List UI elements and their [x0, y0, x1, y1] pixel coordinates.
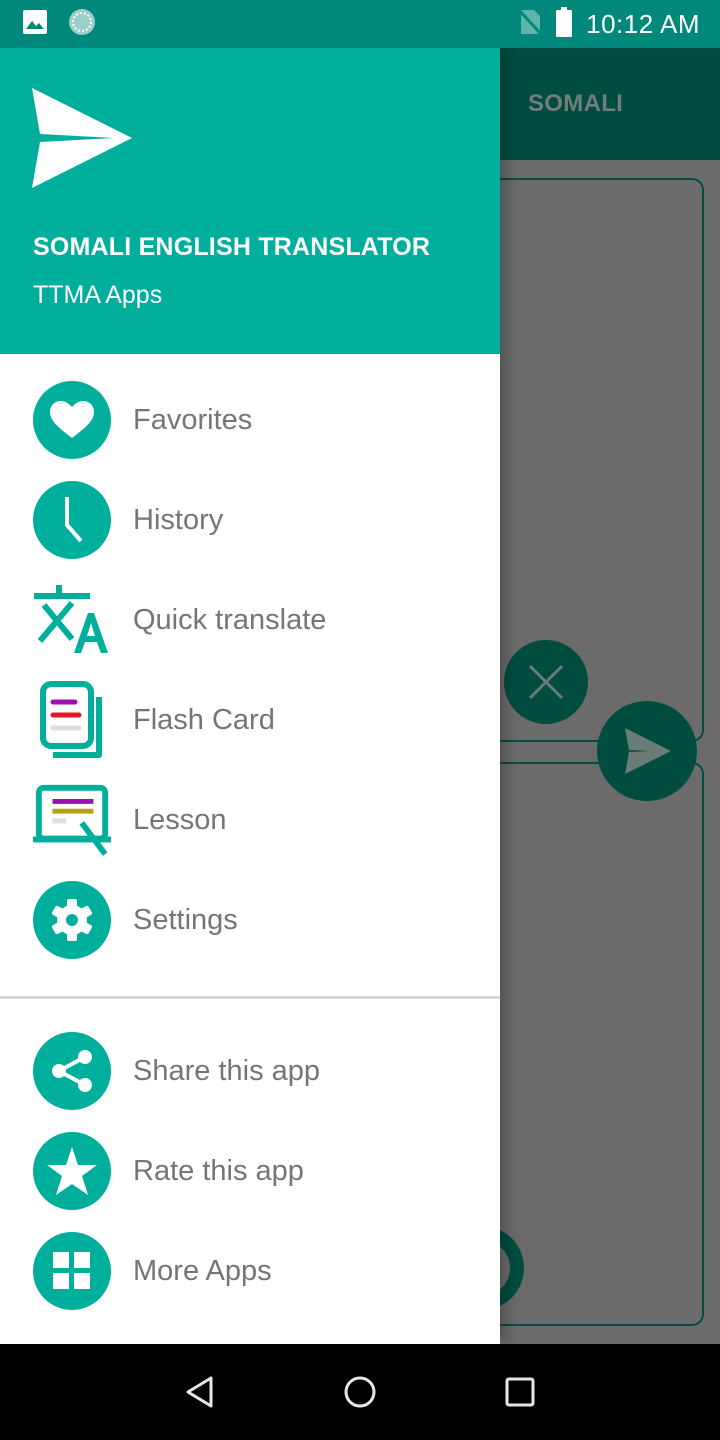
translate-button[interactable]	[597, 701, 697, 801]
sync-notification-icon	[68, 8, 96, 41]
developer-name: TTMA Apps	[33, 281, 163, 309]
star-icon	[33, 1132, 111, 1210]
home-icon	[344, 1376, 376, 1408]
paper-plane-icon	[625, 728, 671, 774]
menu-label: Flash Card	[133, 703, 275, 736]
paper-plane-icon	[32, 88, 132, 193]
no-sim-icon	[518, 8, 543, 40]
clock-icon	[33, 481, 111, 559]
close-icon	[528, 664, 564, 700]
menu-label: Share this app	[133, 1054, 321, 1087]
recents-button[interactable]	[490, 1362, 550, 1422]
menu-item-more-apps[interactable]: More Apps	[0, 1221, 500, 1321]
navigation-drawer: SOMALI ENGLISH TRANSLATOR TTMA Apps Favo…	[0, 48, 500, 1344]
menu-item-flash-card[interactable]: Flash Card	[0, 670, 500, 770]
menu-item-lesson[interactable]: Lesson	[0, 770, 500, 870]
image-notification-icon	[22, 9, 48, 40]
lesson-icon	[33, 781, 111, 859]
menu-label: Lesson	[133, 803, 227, 836]
menu-label: Rate this app	[133, 1154, 304, 1187]
status-time: 10:12 AM	[586, 8, 700, 39]
app-title: SOMALI ENGLISH TRANSLATOR	[33, 233, 431, 261]
clear-button[interactable]	[504, 640, 588, 724]
menu-item-rate-app[interactable]: Rate this app	[0, 1121, 500, 1221]
drawer-header: SOMALI ENGLISH TRANSLATOR TTMA Apps	[0, 48, 500, 354]
home-button[interactable]	[330, 1362, 390, 1422]
primary-menu: Favorites History Quick translate Flash …	[0, 354, 500, 970]
heart-icon	[33, 381, 111, 459]
menu-item-quick-translate[interactable]: Quick translate	[0, 570, 500, 670]
menu-item-favorites[interactable]: Favorites	[0, 370, 500, 470]
input-text-card[interactable]	[470, 178, 704, 742]
menu-item-settings[interactable]: Settings	[0, 870, 500, 970]
status-bar: 10:12 AM	[0, 0, 720, 48]
secondary-menu: Share this app Rate this app More Apps	[0, 999, 500, 1321]
menu-item-history[interactable]: History	[0, 470, 500, 570]
translate-icon	[33, 581, 111, 659]
recents-icon	[505, 1377, 535, 1407]
back-icon	[186, 1376, 213, 1408]
menu-label: Favorites	[133, 403, 253, 436]
menu-label: Settings	[133, 903, 238, 936]
gear-icon	[33, 881, 111, 959]
flash-card-icon	[33, 681, 111, 759]
screen: 10:12 AM SOMALI SOMALI ENGLISH TRANSLATO…	[0, 0, 720, 1440]
share-icon	[33, 1032, 111, 1110]
menu-label: Quick translate	[133, 603, 327, 636]
menu-item-share-app[interactable]: Share this app	[0, 1021, 500, 1121]
back-button[interactable]	[170, 1362, 230, 1422]
grid-icon	[33, 1232, 111, 1310]
navigation-bar	[0, 1344, 720, 1440]
battery-full-icon	[556, 6, 573, 42]
menu-label: History	[133, 503, 224, 536]
menu-label: More Apps	[133, 1254, 272, 1287]
tab-somali[interactable]: SOMALI	[528, 90, 623, 118]
